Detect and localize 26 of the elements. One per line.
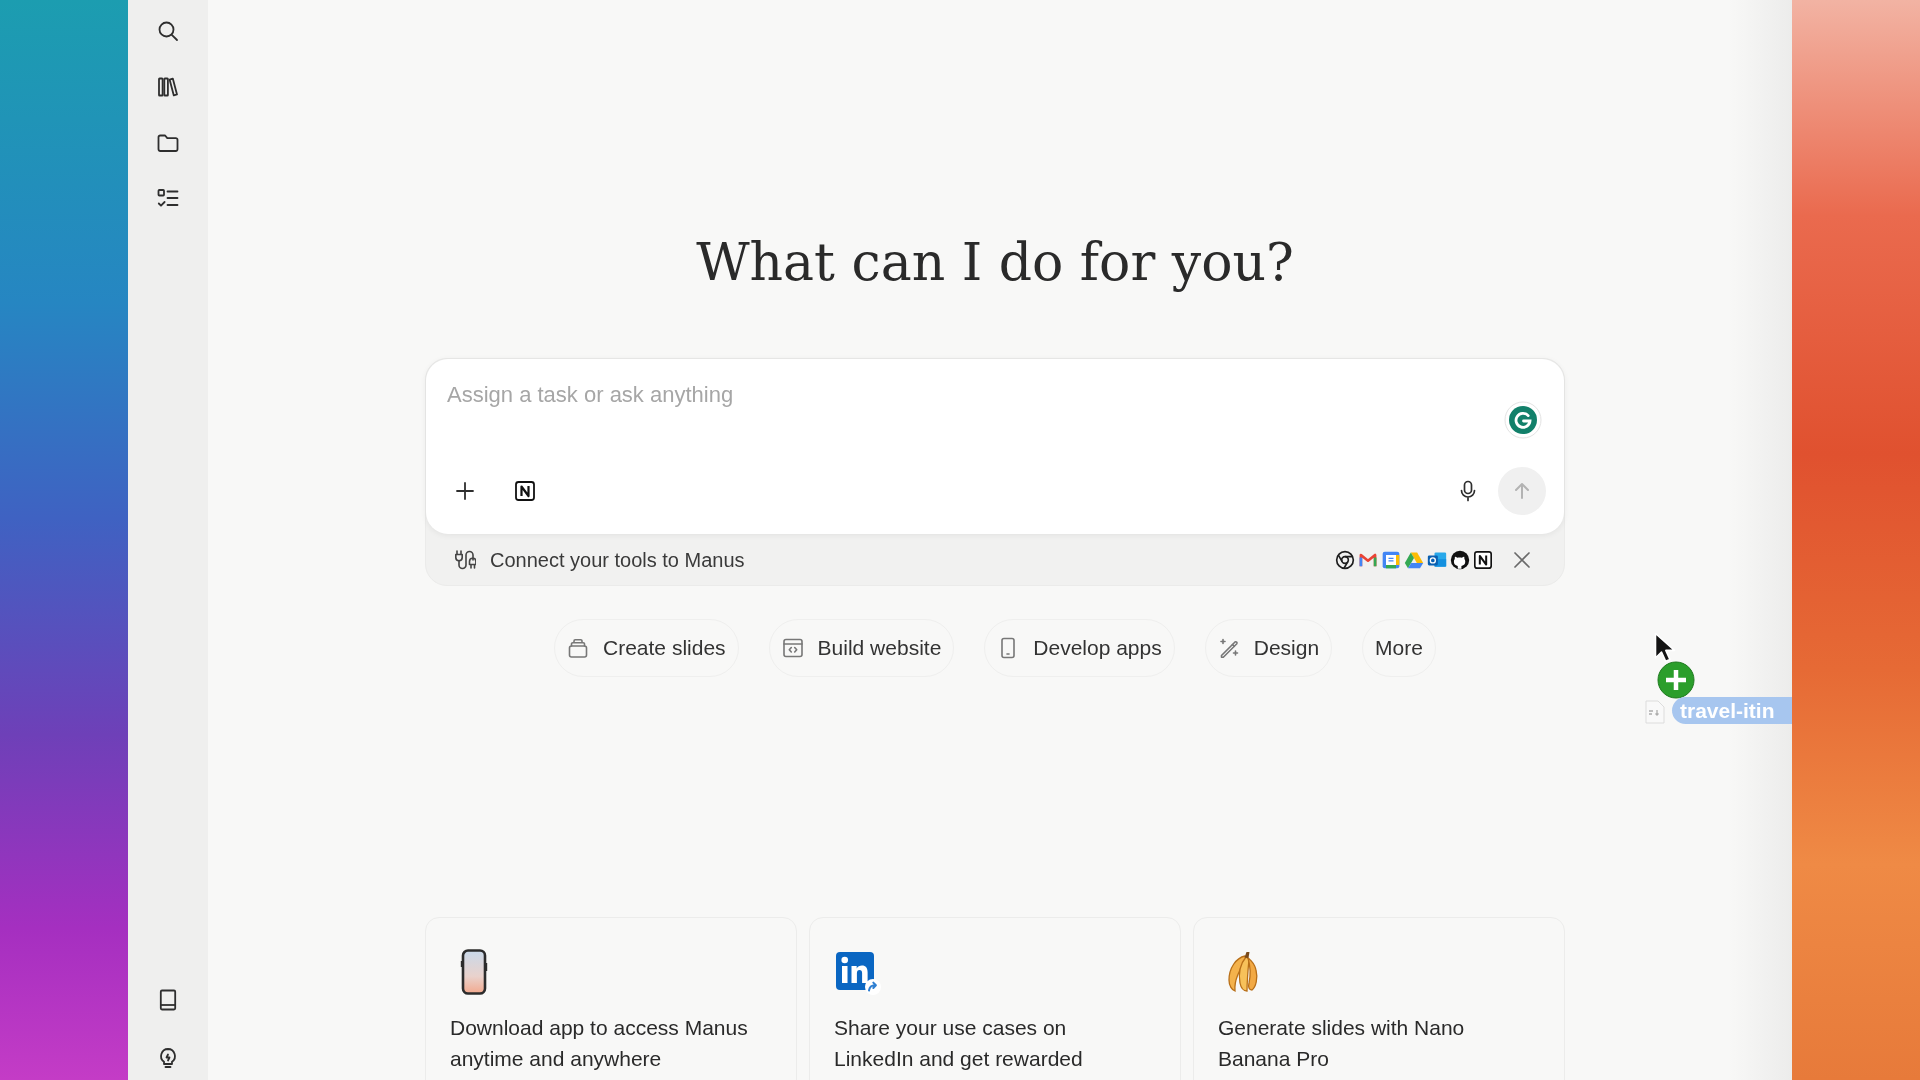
grammarly-icon[interactable] [1504,401,1542,439]
notion-icon[interactable] [1473,549,1493,570]
card-text: Generate slides with Nano Banana Pro [1218,1015,1466,1072]
chrome-icon[interactable] [1335,549,1355,570]
arrow-up-icon [1512,481,1532,501]
library-icon[interactable] [156,75,180,99]
page-heading: What can I do for you? [696,231,1294,294]
close-icon[interactable] [1513,550,1531,569]
card-text: Download app to access Manus anytime and anywhere [450,1015,749,1072]
plus-badge-icon [1657,661,1695,699]
suggestion-card[interactable]: Share your use cases on LinkedIn and get rewarded [809,917,1181,1080]
calendar-icon[interactable] [1381,549,1401,570]
suggestion-card[interactable]: Download app to access Manus anytime and anywhere [425,917,797,1080]
task-input[interactable]: Assign a task or ask anything [447,375,1447,415]
github-icon[interactable] [1450,549,1470,570]
dragged-file-label: travel-itin [1672,697,1792,724]
pen-sparkle-icon [1217,637,1240,659]
card-text: Share your use cases on LinkedIn and get rewarded [834,1015,1084,1072]
mouse-cursor-icon [1654,632,1678,664]
search-icon[interactable] [156,19,180,43]
plug-icon [454,548,476,571]
code-window-icon [781,637,804,659]
connect-tools-text[interactable]: Connect your tools to Manus [490,544,745,575]
suggestion-card[interactable]: Generate slides with Nano Banana Pro [1193,917,1565,1080]
stacked-tray-icon [567,637,589,659]
file-icon [1645,700,1665,724]
